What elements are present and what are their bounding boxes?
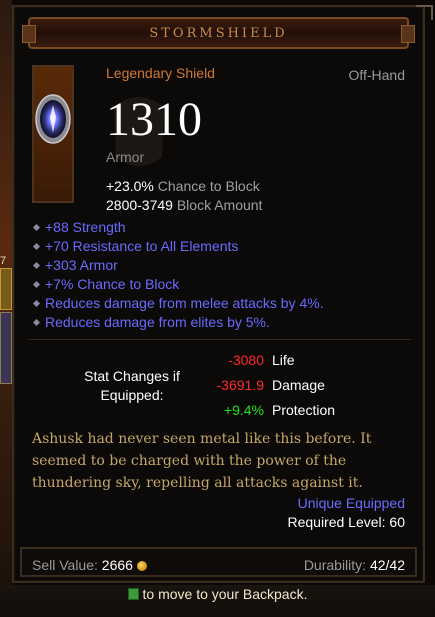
gold-coin-icon bbox=[136, 561, 147, 571]
flavor-text: Ashusk had never seen metal like this be… bbox=[32, 431, 372, 491]
required-level: Required Level: 60 bbox=[287, 514, 405, 530]
affix-text: Reduces damage from melee attacks by 4%. bbox=[45, 295, 324, 311]
bullet-icon bbox=[32, 242, 41, 251]
item-name: STORMSHIELD bbox=[149, 25, 288, 41]
tooltip-footer: Sell Value: 2666 Durability: 42/42 bbox=[20, 547, 417, 577]
affix-line: Reduces damage from melee attacks by 4%. bbox=[32, 295, 324, 311]
base-stat-block-chance: +23.0% Chance to Block bbox=[106, 178, 260, 194]
item-icon-frame bbox=[32, 65, 74, 203]
stat-change-value: -3080 bbox=[228, 352, 264, 368]
item-slot: Off-Hand bbox=[348, 67, 405, 83]
affix-text: +7% Chance to Block bbox=[45, 276, 180, 292]
affix-line: +88 Strength bbox=[32, 219, 126, 235]
background-inventory-slot[interactable] bbox=[0, 312, 12, 384]
stat-value: 2800-3749 bbox=[106, 197, 173, 213]
bullet-icon bbox=[32, 280, 41, 289]
item-type: Legendary Shield bbox=[106, 65, 215, 81]
shield-item-icon bbox=[35, 94, 71, 144]
stat-label: Block Amount bbox=[176, 197, 263, 213]
bullet-icon bbox=[32, 299, 41, 308]
armor-label: Armor bbox=[106, 149, 145, 165]
stat-change-name: Damage bbox=[272, 377, 325, 393]
stat-change-name: Life bbox=[272, 352, 295, 368]
stat-value: +23.0% bbox=[106, 178, 154, 194]
item-tooltip: STORMSHIELD Legendary Shield Off-Hand 13… bbox=[12, 5, 433, 583]
stat-change-name: Protection bbox=[272, 402, 336, 418]
affix-line: +7% Chance to Block bbox=[32, 276, 180, 292]
armor-value: 1310 bbox=[106, 93, 202, 146]
backpack-hint-text: to move to your Backpack. bbox=[142, 586, 308, 602]
background-number: 7 bbox=[0, 255, 7, 267]
durability-label: Durability: bbox=[303, 557, 367, 573]
stat-change-value: +9.4% bbox=[223, 402, 264, 418]
sell-value: Sell Value: 2666 bbox=[32, 557, 147, 573]
unique-equipped: Unique Equipped bbox=[297, 495, 405, 511]
durability-value: 42/42 bbox=[369, 557, 405, 573]
durability: Durability: 42/42 bbox=[304, 557, 405, 573]
affix-line: +70 Resistance to All Elements bbox=[32, 238, 239, 254]
stat-changes-label: Stat Changes if Equipped: bbox=[84, 368, 180, 403]
affix-text: Reduces damage from elites by 5%. bbox=[45, 314, 270, 330]
bullet-icon bbox=[32, 318, 41, 327]
affix-text: +88 Strength bbox=[45, 219, 126, 235]
affix-text: +70 Resistance to All Elements bbox=[45, 238, 239, 254]
affix-line: +303 Armor bbox=[32, 257, 118, 273]
divider bbox=[28, 339, 411, 340]
base-stat-block-amount: 2800-3749 Block Amount bbox=[106, 197, 262, 213]
sell-value-label: Sell Value: bbox=[32, 557, 98, 573]
backpack-hint: to move to your Backpack. bbox=[0, 586, 435, 602]
stat-change-value: -3691.9 bbox=[216, 377, 264, 393]
affix-text: +303 Armor bbox=[45, 257, 118, 273]
sell-value-amount: 2666 bbox=[101, 557, 133, 573]
bullet-icon bbox=[32, 223, 41, 232]
background-inventory-slot[interactable] bbox=[0, 268, 12, 310]
affix-line: Reduces damage from elites by 5%. bbox=[32, 314, 270, 330]
item-title-bar: STORMSHIELD bbox=[22, 17, 415, 49]
corner-ornament-icon bbox=[416, 5, 433, 20]
key-hint-icon bbox=[127, 588, 139, 600]
stat-label: Chance to Block bbox=[157, 178, 260, 194]
bullet-icon bbox=[32, 261, 41, 270]
